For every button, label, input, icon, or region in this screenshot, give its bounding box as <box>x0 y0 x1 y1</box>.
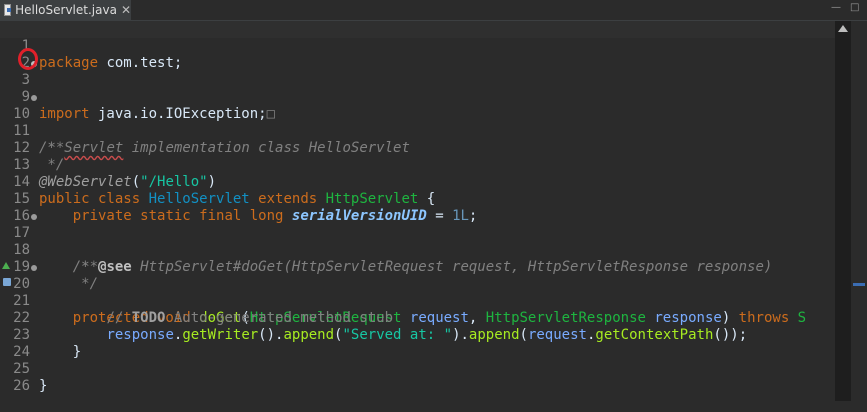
brace: } <box>39 378 48 394</box>
code-line: 25 } <box>0 344 835 394</box>
code-line: 10 /** <box>0 89 835 156</box>
code-line: 24 <box>0 327 835 360</box>
code-editor[interactable]: 1 package com.test; 2 3 import java.io.I… <box>0 21 835 401</box>
code-line: 18 * @see HttpServlet#doGet(HttpServletR… <box>0 225 835 275</box>
code-line: 2 <box>0 38 835 71</box>
scroll-up-icon[interactable] <box>838 25 848 32</box>
close-icon[interactable]: ✕ <box>121 3 131 17</box>
code-line: 13 @WebServlet("/Hello") <box>0 140 835 190</box>
fold-collapse-icon[interactable] <box>31 95 37 101</box>
code-line: 9 <box>0 72 835 105</box>
override-marker-icon[interactable] <box>2 262 10 269</box>
editor-tab-bar: HelloServlet.java ✕ — □ <box>0 0 867 21</box>
java-file-icon <box>4 4 12 16</box>
code-line: 19 */ <box>0 242 835 292</box>
fold-collapse-icon[interactable] <box>31 265 37 271</box>
maximize-icon[interactable]: □ <box>850 2 859 13</box>
vertical-scrollbar[interactable] <box>835 21 851 401</box>
code-line: 1 package com.test; <box>0 21 835 71</box>
highlight-circle <box>18 48 38 70</box>
code-line: 26 <box>0 361 835 394</box>
code-line: 12 */ <box>0 123 835 173</box>
task-marker-icon[interactable] <box>3 278 11 286</box>
minimize-icon[interactable]: — <box>831 2 841 13</box>
code-line: 14 public class HelloServlet extends Htt… <box>0 157 835 207</box>
fold-collapse-icon[interactable] <box>31 214 37 220</box>
code-line: 17 /** <box>0 208 835 275</box>
code-line: 15 private static final long serialVersi… <box>0 174 835 224</box>
tab-hello-servlet[interactable]: HelloServlet.java ✕ <box>0 0 131 20</box>
overview-ruler[interactable] <box>851 21 867 401</box>
code-line: 16 <box>0 191 835 224</box>
line-number: 26 <box>13 378 30 394</box>
code-line: 11 * Servlet implementation class HelloS… <box>0 106 835 156</box>
overview-marker[interactable] <box>853 283 865 286</box>
code-line: 3 import java.io.IOException;□ <box>0 55 835 122</box>
code-line: 20 protected void doGet(HttpServletReque… <box>0 259 835 326</box>
code-line: 22 response.getWriter().append("Served a… <box>0 293 835 343</box>
code-line: 21 // TODO Auto-generated method stub <box>0 276 835 326</box>
code-line: 23 } <box>0 310 835 360</box>
tab-label: HelloServlet.java <box>15 3 117 17</box>
